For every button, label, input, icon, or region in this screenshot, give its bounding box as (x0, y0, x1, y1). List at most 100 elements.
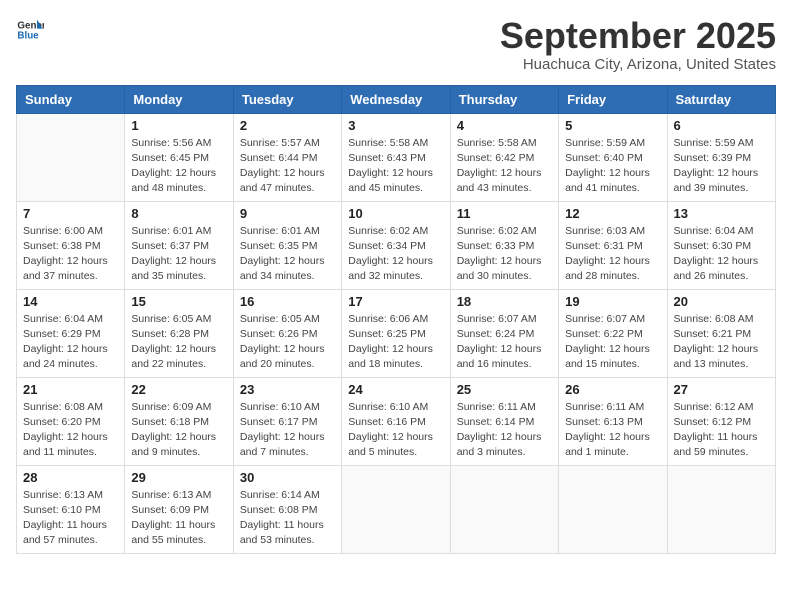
calendar-cell: 15Sunrise: 6:05 AM Sunset: 6:28 PM Dayli… (125, 289, 233, 377)
day-info: Sunrise: 6:00 AM Sunset: 6:38 PM Dayligh… (23, 224, 118, 285)
day-number: 5 (565, 118, 660, 133)
day-info: Sunrise: 6:13 AM Sunset: 6:10 PM Dayligh… (23, 488, 118, 549)
day-info: Sunrise: 6:10 AM Sunset: 6:16 PM Dayligh… (348, 400, 443, 461)
day-info: Sunrise: 6:05 AM Sunset: 6:26 PM Dayligh… (240, 312, 335, 373)
day-number: 23 (240, 382, 335, 397)
calendar-cell: 25 Sunrise: 6:11 AM Sunset: 6:14 PM Dayli… (450, 377, 558, 465)
calendar-cell: 29 Sunrise: 6:13 AM Sunset: 6:09 PM Dayli… (125, 465, 233, 553)
day-info: Sunrise: 6:07 AM Sunset: 6:22 PM Dayligh… (565, 312, 660, 373)
day-of-week-header: Friday (559, 85, 667, 113)
header-row: SundayMondayTuesdayWednesdayThursdayFrid… (17, 85, 776, 113)
day-info: Sunrise: 6:01 AM Sunset: 6:37 PM Dayligh… (131, 224, 226, 285)
day-number: 22 (131, 382, 226, 397)
calendar-cell: 6 Sunrise: 5:59 AM Sunset: 6:39 PM Daylig… (667, 113, 775, 201)
day-info: Sunrise: 6:14 AM Sunset: 6:08 PM Dayligh… (240, 488, 335, 549)
title-block: September 2025 Huachuca City, Arizona, U… (500, 16, 776, 73)
calendar-cell (559, 465, 667, 553)
day-number: 17 (348, 294, 443, 309)
day-number: 16 (240, 294, 335, 309)
day-info: Sunrise: 6:11 AM Sunset: 6:13 PM Dayligh… (565, 400, 660, 461)
day-info: Sunrise: 6:02 AM Sunset: 6:34 PM Dayligh… (348, 224, 443, 285)
day-info: Sunrise: 6:12 AM Sunset: 6:12 PM Dayligh… (674, 400, 769, 461)
day-info: Sunrise: 6:08 AM Sunset: 6:20 PM Dayligh… (23, 400, 118, 461)
day-info: Sunrise: 5:58 AM Sunset: 6:43 PM Dayligh… (348, 136, 443, 197)
calendar-cell: 18 Sunrise: 6:07 AM Sunset: 6:24 PM Dayli… (450, 289, 558, 377)
logo: General Blue (16, 16, 44, 44)
day-info: Sunrise: 6:10 AM Sunset: 6:17 PM Dayligh… (240, 400, 335, 461)
day-of-week-header: Wednesday (342, 85, 450, 113)
calendar-cell: 2 Sunrise: 5:57 AM Sunset: 6:44 PM Daylig… (233, 113, 341, 201)
day-number: 25 (457, 382, 552, 397)
day-info: Sunrise: 5:58 AM Sunset: 6:42 PM Dayligh… (457, 136, 552, 197)
day-info: Sunrise: 5:59 AM Sunset: 6:40 PM Dayligh… (565, 136, 660, 197)
day-number: 29 (131, 470, 226, 485)
calendar-cell: 7 Sunrise: 6:00 AM Sunset: 6:38 PM Daylig… (17, 201, 125, 289)
day-number: 6 (674, 118, 769, 133)
day-info: Sunrise: 6:06 AM Sunset: 6:25 PM Dayligh… (348, 312, 443, 373)
month-title: September 2025 (500, 16, 776, 56)
day-number: 2 (240, 118, 335, 133)
day-info: Sunrise: 6:08 AM Sunset: 6:21 PM Dayligh… (674, 312, 769, 373)
calendar-cell: 28Sunrise: 6:13 AM Sunset: 6:10 PM Dayli… (17, 465, 125, 553)
day-info: Sunrise: 5:57 AM Sunset: 6:44 PM Dayligh… (240, 136, 335, 197)
day-info: Sunrise: 6:13 AM Sunset: 6:09 PM Dayligh… (131, 488, 226, 549)
day-info: Sunrise: 6:02 AM Sunset: 6:33 PM Dayligh… (457, 224, 552, 285)
calendar-cell: 21 Sunrise: 6:08 AM Sunset: 6:20 PM Dayli… (17, 377, 125, 465)
day-of-week-header: Sunday (17, 85, 125, 113)
week-row: 28Sunrise: 6:13 AM Sunset: 6:10 PM Dayli… (17, 465, 776, 553)
calendar-cell: 13Sunrise: 6:04 AM Sunset: 6:30 PM Dayli… (667, 201, 775, 289)
calendar-cell: 17 Sunrise: 6:06 AM Sunset: 6:25 PM Dayli… (342, 289, 450, 377)
day-of-week-header: Monday (125, 85, 233, 113)
calendar-cell: 19 Sunrise: 6:07 AM Sunset: 6:22 PM Dayli… (559, 289, 667, 377)
calendar-cell: 8 Sunrise: 6:01 AM Sunset: 6:37 PM Daylig… (125, 201, 233, 289)
day-number: 12 (565, 206, 660, 221)
day-number: 7 (23, 206, 118, 221)
day-number: 18 (457, 294, 552, 309)
day-of-week-header: Saturday (667, 85, 775, 113)
calendar-cell (450, 465, 558, 553)
day-info: Sunrise: 5:56 AM Sunset: 6:45 PM Dayligh… (131, 136, 226, 197)
calendar-cell: 26Sunrise: 6:11 AM Sunset: 6:13 PM Dayli… (559, 377, 667, 465)
day-info: Sunrise: 6:03 AM Sunset: 6:31 PM Dayligh… (565, 224, 660, 285)
day-info: Sunrise: 6:01 AM Sunset: 6:35 PM Dayligh… (240, 224, 335, 285)
day-number: 14 (23, 294, 118, 309)
day-number: 4 (457, 118, 552, 133)
day-number: 24 (348, 382, 443, 397)
calendar-cell: 1 Sunrise: 5:56 AM Sunset: 6:45 PM Daylig… (125, 113, 233, 201)
calendar-cell: 3 Sunrise: 5:58 AM Sunset: 6:43 PM Daylig… (342, 113, 450, 201)
day-info: Sunrise: 6:11 AM Sunset: 6:14 PM Dayligh… (457, 400, 552, 461)
day-number: 3 (348, 118, 443, 133)
calendar-cell: 20 Sunrise: 6:08 AM Sunset: 6:21 PM Dayli… (667, 289, 775, 377)
calendar-cell (342, 465, 450, 553)
svg-text:Blue: Blue (17, 30, 39, 41)
calendar-table: SundayMondayTuesdayWednesdayThursdayFrid… (16, 85, 776, 554)
calendar-cell: 12 Sunrise: 6:03 AM Sunset: 6:31 PM Dayli… (559, 201, 667, 289)
day-number: 9 (240, 206, 335, 221)
week-row: 21 Sunrise: 6:08 AM Sunset: 6:20 PM Dayli… (17, 377, 776, 465)
day-number: 1 (131, 118, 226, 133)
week-row: 7 Sunrise: 6:00 AM Sunset: 6:38 PM Daylig… (17, 201, 776, 289)
day-number: 19 (565, 294, 660, 309)
day-info: Sunrise: 5:59 AM Sunset: 6:39 PM Dayligh… (674, 136, 769, 197)
day-number: 27 (674, 382, 769, 397)
page-header: General Blue September 2025 Huachuca Cit… (16, 16, 776, 73)
location: Huachuca City, Arizona, United States (500, 56, 776, 73)
calendar-cell: 4 Sunrise: 5:58 AM Sunset: 6:42 PM Daylig… (450, 113, 558, 201)
day-info: Sunrise: 6:07 AM Sunset: 6:24 PM Dayligh… (457, 312, 552, 373)
day-of-week-header: Thursday (450, 85, 558, 113)
calendar-cell: 10 Sunrise: 6:02 AM Sunset: 6:34 PM Dayli… (342, 201, 450, 289)
day-info: Sunrise: 6:05 AM Sunset: 6:28 PM Dayligh… (131, 312, 226, 373)
calendar-cell: 23 Sunrise: 6:10 AM Sunset: 6:17 PM Dayli… (233, 377, 341, 465)
day-info: Sunrise: 6:09 AM Sunset: 6:18 PM Dayligh… (131, 400, 226, 461)
calendar-cell: 22 Sunrise: 6:09 AM Sunset: 6:18 PM Dayli… (125, 377, 233, 465)
day-number: 21 (23, 382, 118, 397)
calendar-cell (17, 113, 125, 201)
calendar-cell: 24 Sunrise: 6:10 AM Sunset: 6:16 PM Dayli… (342, 377, 450, 465)
calendar-cell: 27 Sunrise: 6:12 AM Sunset: 6:12 PM Dayli… (667, 377, 775, 465)
day-number: 20 (674, 294, 769, 309)
day-info: Sunrise: 6:04 AM Sunset: 6:29 PM Dayligh… (23, 312, 118, 373)
day-of-week-header: Tuesday (233, 85, 341, 113)
day-number: 10 (348, 206, 443, 221)
day-info: Sunrise: 6:04 AM Sunset: 6:30 PM Dayligh… (674, 224, 769, 285)
day-number: 8 (131, 206, 226, 221)
